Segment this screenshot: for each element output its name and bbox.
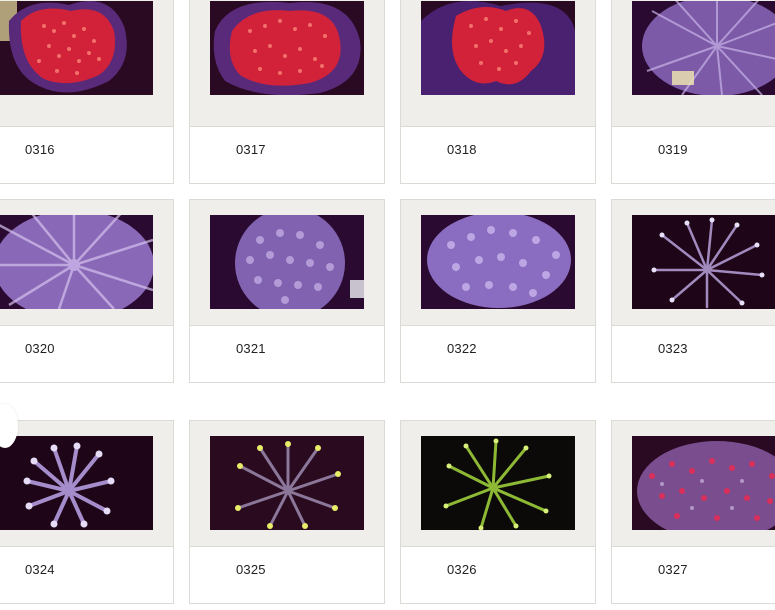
coral-id-label: 0318 — [447, 142, 477, 157]
coral-thumbnail[interactable] — [632, 1, 775, 95]
thumbnail-frame — [612, 200, 775, 326]
gallery-card-0319[interactable]: 0319 — [611, 0, 775, 184]
coral-photo-pink-speckled — [632, 436, 775, 530]
coral-id-label: 0320 — [25, 341, 55, 356]
thumbnail-frame — [612, 421, 775, 547]
gallery-card-0327[interactable]: 0327 — [611, 420, 775, 604]
gallery-card-0326[interactable]: 0326 — [400, 420, 596, 604]
coral-photo-purple — [0, 215, 153, 309]
gallery-card-0324[interactable]: 0324 — [0, 420, 174, 604]
coral-thumbnail[interactable] — [210, 1, 364, 95]
thumbnail-frame — [190, 200, 384, 326]
coral-thumbnail[interactable] — [421, 215, 575, 309]
gallery-card-0317[interactable]: 0317 — [189, 0, 385, 184]
coral-thumbnail[interactable] — [0, 215, 153, 309]
thumbnail-frame — [190, 0, 384, 127]
thumbnail-frame — [0, 421, 173, 547]
gallery-card-0325[interactable]: 0325 — [189, 420, 385, 604]
coral-thumbnail[interactable] — [632, 215, 775, 309]
coral-thumbnail[interactable] — [632, 436, 775, 530]
thumbnail-frame — [190, 421, 384, 547]
coral-id-label: 0326 — [447, 562, 477, 577]
gallery-card-0316[interactable]: 0316 — [0, 0, 174, 184]
gallery-card-0321[interactable]: 0321 — [189, 199, 385, 383]
coral-id-label: 0324 — [25, 562, 55, 577]
coral-id-label: 0317 — [236, 142, 266, 157]
gallery-card-0323[interactable]: 0323 — [611, 199, 775, 383]
coral-photo-red — [0, 1, 153, 95]
coral-thumbnail[interactable] — [0, 436, 153, 530]
coral-photo-torch — [0, 436, 153, 530]
coral-thumbnail[interactable] — [0, 1, 153, 95]
gallery-card-0320[interactable]: 0320 — [0, 199, 174, 383]
coral-photo-red — [421, 1, 575, 95]
coral-id-label: 0323 — [658, 341, 688, 356]
coral-photo-purple — [210, 215, 364, 309]
thumbnail-frame — [401, 200, 595, 326]
coral-thumbnail[interactable] — [421, 436, 575, 530]
thumbnail-frame — [401, 421, 595, 547]
coral-id-label: 0321 — [236, 341, 266, 356]
coral-id-label: 0327 — [658, 562, 688, 577]
thumbnail-frame — [612, 0, 775, 127]
coral-gallery-grid: 0316 0317 0318 0319 0320 0321 0322 0323 … — [0, 0, 775, 610]
coral-photo-green-torch — [421, 436, 575, 530]
coral-id-label: 0325 — [236, 562, 266, 577]
thumbnail-frame — [401, 0, 595, 127]
gallery-card-0318[interactable]: 0318 — [400, 0, 596, 184]
coral-thumbnail[interactable] — [210, 436, 364, 530]
coral-photo-torch — [632, 215, 775, 309]
coral-thumbnail[interactable] — [210, 215, 364, 309]
thumbnail-frame — [0, 200, 173, 326]
coral-photo-purple — [632, 1, 775, 95]
coral-photo-green-tip-torch — [210, 436, 364, 530]
coral-photo-red — [210, 1, 364, 95]
coral-id-label: 0319 — [658, 142, 688, 157]
coral-photo-purple — [421, 215, 575, 309]
thumbnail-frame — [0, 0, 173, 127]
gallery-card-0322[interactable]: 0322 — [400, 199, 596, 383]
coral-thumbnail[interactable] — [421, 1, 575, 95]
coral-id-label: 0316 — [25, 142, 55, 157]
coral-id-label: 0322 — [447, 341, 477, 356]
